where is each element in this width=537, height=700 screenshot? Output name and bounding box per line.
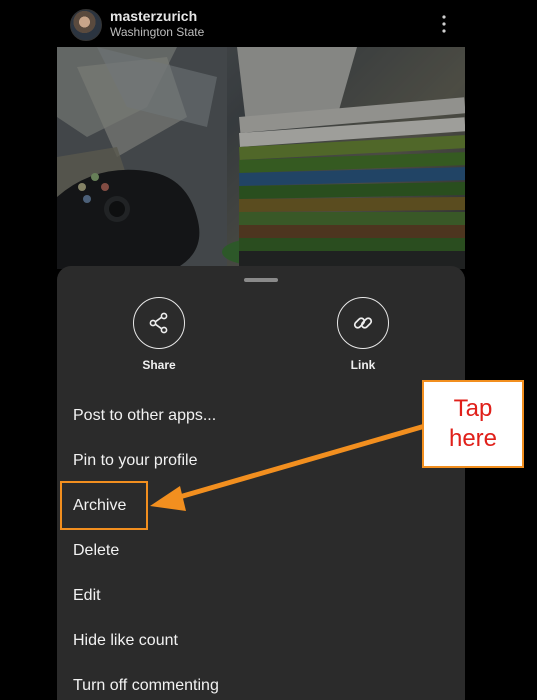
tap-here-callout: Tap here — [422, 380, 524, 468]
callout-line-2: here — [448, 425, 498, 452]
callout-line-1: Tap — [453, 395, 493, 422]
annotation-arrow-icon — [150, 423, 426, 511]
